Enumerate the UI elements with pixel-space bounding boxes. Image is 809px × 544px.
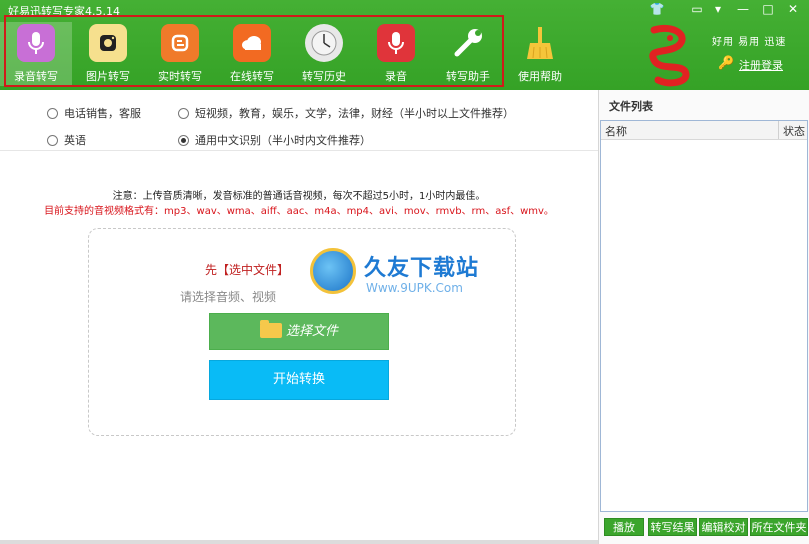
brand-slogan: 好用 易用 迅速 <box>712 37 787 48</box>
message-button[interactable]: ▭ <box>687 2 707 16</box>
broom-icon <box>521 24 559 62</box>
minimize-button[interactable]: — <box>733 2 753 16</box>
edit-proofread-button[interactable]: 编辑校对 <box>699 518 748 536</box>
login-link[interactable]: 注册登录 <box>739 57 783 73</box>
folder-icon <box>259 320 282 338</box>
column-header-name[interactable]: 名称 <box>605 123 627 139</box>
toolbar-highlight-box <box>4 15 504 87</box>
select-file-label: 选择文件 <box>285 324 338 339</box>
skin-button[interactable]: 👕 <box>647 2 667 16</box>
radio-button-selected[interactable] <box>178 135 189 146</box>
menu-button[interactable]: ▾ <box>708 2 728 16</box>
start-convert-button[interactable]: 开始转换 <box>209 360 389 400</box>
transcribe-result-button[interactable]: 转写结果 <box>648 518 697 536</box>
option-label: 通用中文识别（半小时内文件推荐） <box>195 134 371 147</box>
upload-hint: 请选择音频、视频 <box>180 290 277 304</box>
option-label: 英语 <box>64 134 86 147</box>
bottom-divider <box>0 540 598 544</box>
radio-button[interactable] <box>47 135 58 146</box>
supported-formats: 目前支持的音视频格式有：mp3、wav、wma、aiff、aac、m4a、mp4… <box>44 206 554 217</box>
step-instruction: 先【选中文件】 <box>205 263 290 277</box>
play-button[interactable]: 播放 <box>604 518 644 536</box>
watermark: 久友下载站 Www.9UPK.Com <box>300 248 500 302</box>
option-english[interactable]: 英语 <box>47 132 86 148</box>
upload-notice: 注意：上传音质清晰，发音标准的普通话音视频，每次不超过5小时，1小时内最佳。 <box>112 191 486 202</box>
radio-button[interactable] <box>178 108 189 119</box>
option-phone-sales[interactable]: 电话销售，客服 <box>47 105 141 121</box>
select-file-button[interactable]: 选择文件 <box>209 313 389 350</box>
divider <box>0 150 598 151</box>
file-list-title: 文件列表 <box>609 100 653 113</box>
tool-help[interactable]: 使用帮助 <box>504 22 576 86</box>
option-general-chinese[interactable]: 通用中文识别（半小时内文件推荐） <box>178 132 371 148</box>
watermark-brand: 久友下载站 <box>364 256 480 281</box>
maximize-button[interactable]: □ <box>758 2 778 16</box>
option-short-video[interactable]: 短视频，教育，娱乐，文学，法律，财经（半小时以上文件推荐） <box>178 105 514 121</box>
key-icon: 🔑 <box>718 56 735 71</box>
top-toolbar: 好易迅转写专家4.5.14 👕 ▭ ▾ — □ ✕ 录音转写 图片转写 实时转写… <box>0 0 809 90</box>
column-header-status[interactable]: 状态 <box>783 123 805 139</box>
table-header: 名称 状态 <box>601 121 807 140</box>
option-label: 电话销售，客服 <box>64 107 141 120</box>
watermark-url: Www.9UPK.Com <box>366 281 463 295</box>
close-button[interactable]: ✕ <box>783 2 803 16</box>
watermark-logo-icon <box>310 248 356 294</box>
radio-button[interactable] <box>47 108 58 119</box>
file-list-table[interactable]: 名称 状态 <box>600 120 808 512</box>
column-divider[interactable] <box>778 121 779 139</box>
tool-label: 使用帮助 <box>518 70 562 83</box>
open-folder-button[interactable]: 所在文件夹 <box>750 518 808 536</box>
option-label: 短视频，教育，娱乐，文学，法律，财经（半小时以上文件推荐） <box>195 107 514 120</box>
brand-logo <box>640 22 696 88</box>
